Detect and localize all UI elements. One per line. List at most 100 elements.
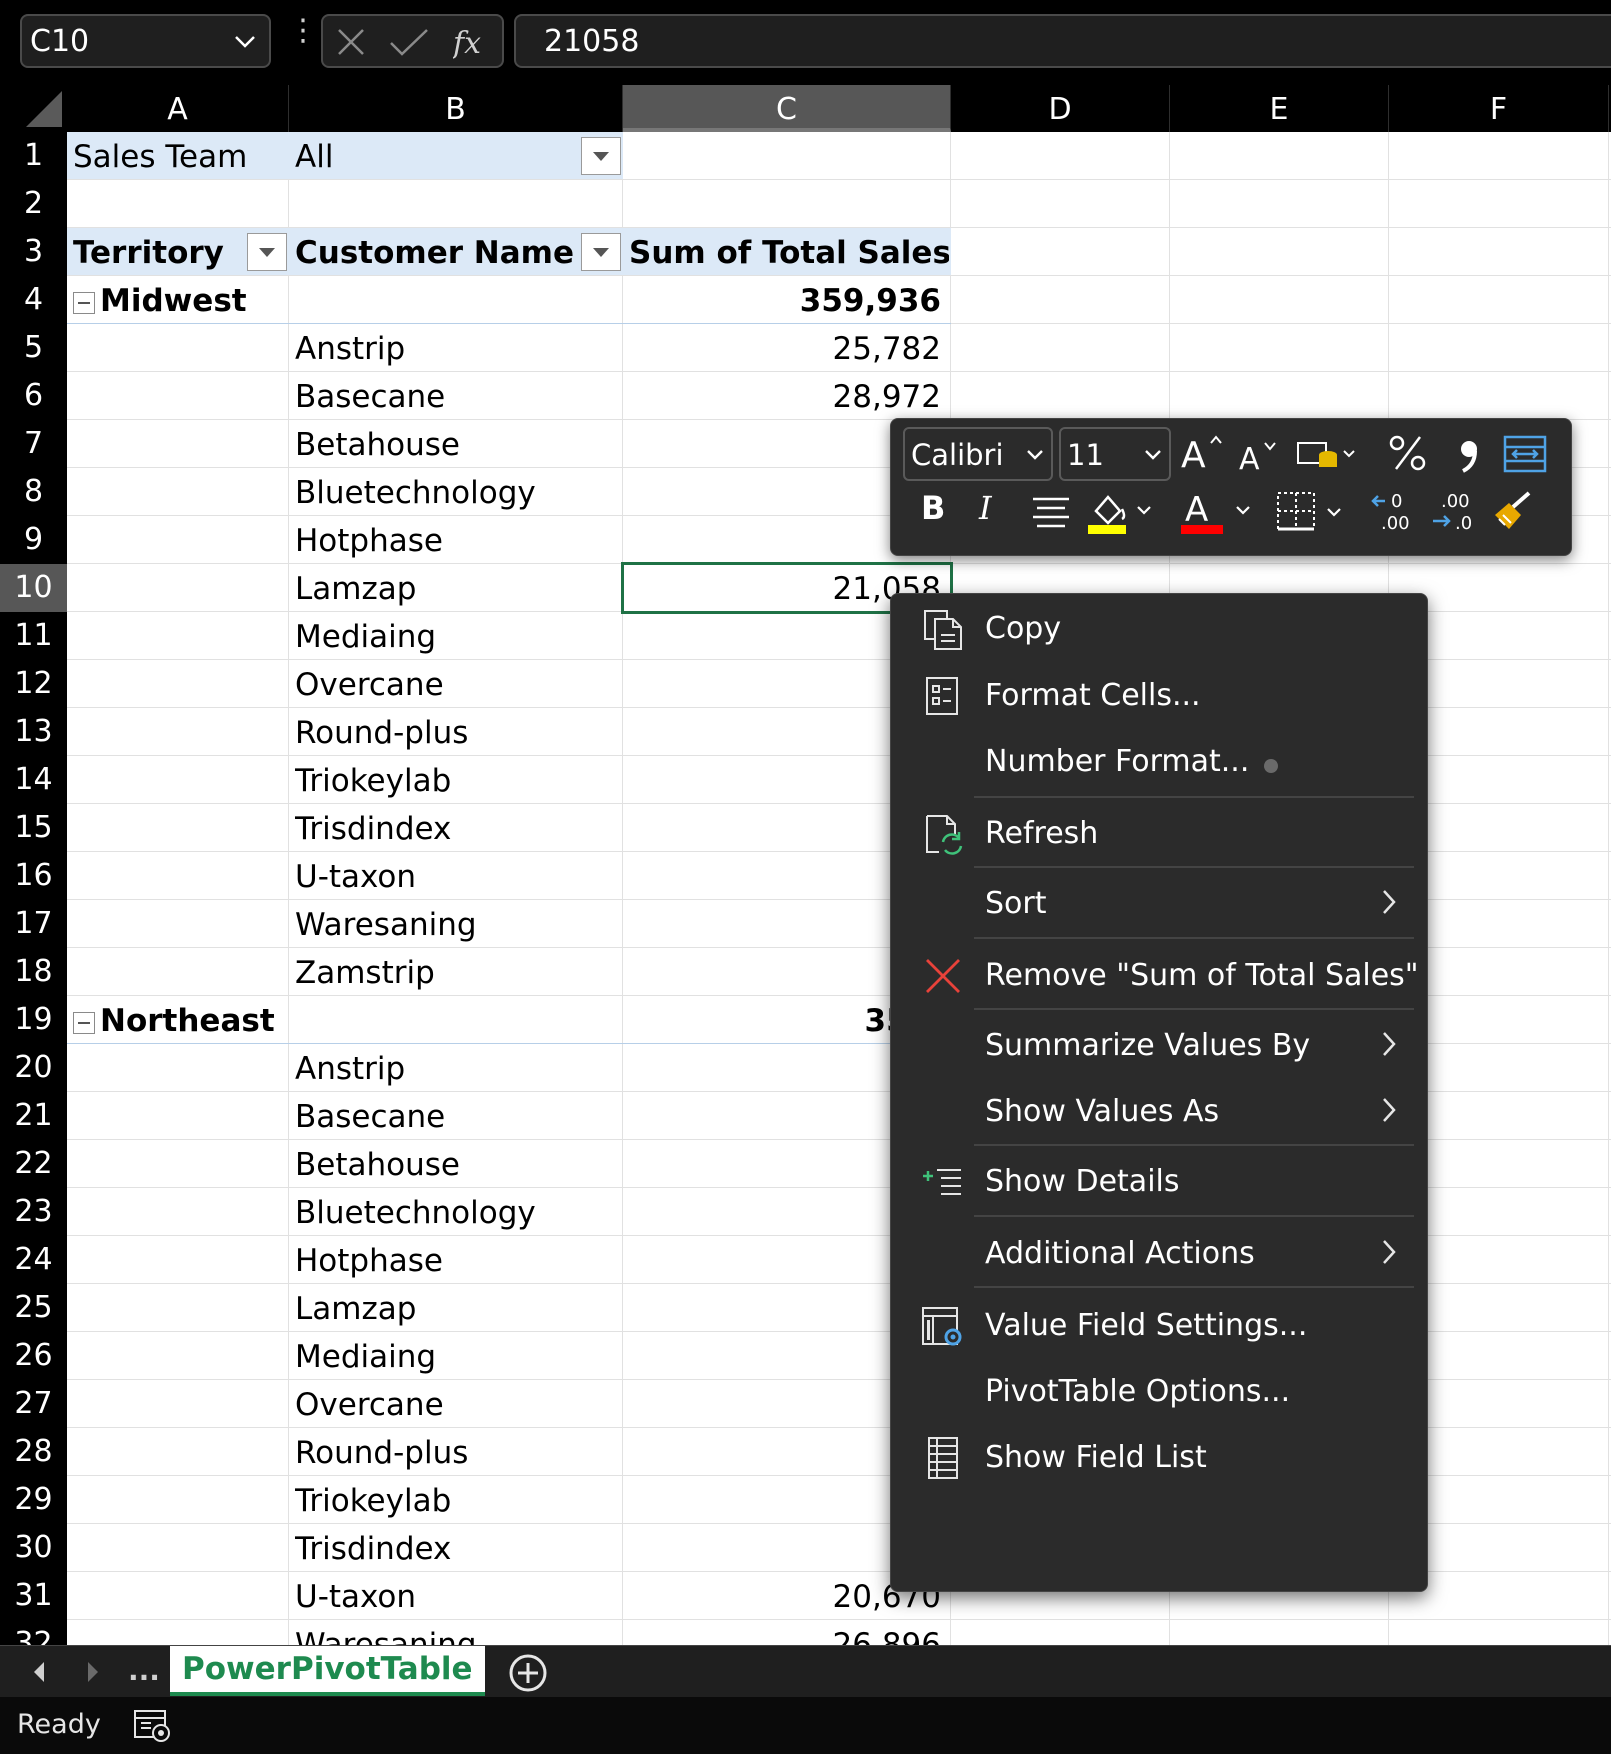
- svg-text:A: A: [1185, 490, 1208, 530]
- accounting-format-icon[interactable]: [1296, 437, 1356, 473]
- accessibility-icon[interactable]: [133, 1709, 173, 1743]
- more-sheets-button[interactable]: ...: [128, 1654, 160, 1687]
- menu-item-label: Additional Actions: [985, 1236, 1255, 1271]
- row-header-18[interactable]: 18: [0, 948, 67, 996]
- column-header-d[interactable]: D: [951, 85, 1170, 132]
- column-header-b[interactable]: B: [289, 85, 623, 132]
- column-header-e[interactable]: E: [1170, 85, 1389, 132]
- bold-button[interactable]: B: [921, 489, 945, 527]
- select-all-corner[interactable]: [0, 85, 67, 132]
- font-name-select[interactable]: Calibri: [903, 427, 1053, 481]
- territory-filter-button[interactable]: [247, 233, 287, 271]
- menu-item-sort[interactable]: Sort: [891, 872, 1427, 938]
- font-size-select[interactable]: 11: [1059, 427, 1171, 481]
- row-header-26[interactable]: 26: [0, 1332, 67, 1380]
- row-header-23[interactable]: 23: [0, 1188, 67, 1236]
- fill-color-icon[interactable]: [1086, 489, 1166, 535]
- enter-check-icon[interactable]: [389, 26, 429, 58]
- increase-font-icon[interactable]: A: [1181, 433, 1225, 473]
- filter-dropdown-button[interactable]: [581, 137, 621, 175]
- row-header-11[interactable]: 11: [0, 612, 67, 660]
- menu-item-copy[interactable]: Copy: [891, 597, 1427, 663]
- column-header-a[interactable]: A: [67, 85, 289, 132]
- menu-item-summarize-values-by[interactable]: Summarize Values By: [891, 1014, 1427, 1080]
- row-header-5[interactable]: 5: [0, 324, 67, 372]
- row-header-15[interactable]: 15: [0, 804, 67, 852]
- row-header-31[interactable]: 31: [0, 1572, 67, 1620]
- row-header-14[interactable]: 14: [0, 756, 67, 804]
- menu-item-refresh[interactable]: Refresh: [891, 802, 1427, 868]
- row-header-6[interactable]: 6: [0, 372, 67, 420]
- customer-filter-button[interactable]: [581, 233, 621, 271]
- percent-icon[interactable]: [1388, 433, 1428, 473]
- increase-decimal-icon[interactable]: 0.00: [1371, 491, 1419, 533]
- chevron-right-icon: [1379, 886, 1399, 922]
- menu-item-show-field-list[interactable]: Show Field List: [891, 1426, 1427, 1492]
- italic-button[interactable]: I: [979, 489, 992, 527]
- row-header-28[interactable]: 28: [0, 1428, 67, 1476]
- row-header-13[interactable]: 13: [0, 708, 67, 756]
- row-header-21[interactable]: 21: [0, 1092, 67, 1140]
- name-box[interactable]: C10: [20, 14, 271, 68]
- cell-text: Northeast: [100, 1003, 275, 1039]
- formula-bar-more-icon[interactable]: ⋮: [288, 16, 318, 46]
- font-color-icon[interactable]: A: [1181, 487, 1261, 535]
- customer-name-cell: U-taxon: [295, 859, 417, 895]
- chevron-down-icon[interactable]: [231, 28, 259, 56]
- menu-item-show-values-as[interactable]: Show Values As: [891, 1080, 1427, 1146]
- menu-item-pivottable-options[interactable]: PivotTable Options...: [891, 1360, 1427, 1426]
- group-divider: [67, 323, 951, 324]
- menu-item-show-details[interactable]: Show Details: [891, 1150, 1427, 1216]
- collapse-icon[interactable]: [73, 291, 95, 314]
- format-painter-icon[interactable]: [1491, 489, 1535, 533]
- row-header-9[interactable]: 9: [0, 516, 67, 564]
- row-header-29[interactable]: 29: [0, 1476, 67, 1524]
- column-header-c[interactable]: C: [623, 85, 951, 132]
- align-center-icon[interactable]: [1031, 495, 1071, 531]
- pivot-group-label[interactable]: Midwest: [73, 276, 283, 324]
- add-sheet-icon[interactable]: [508, 1653, 548, 1693]
- show-details-icon: [921, 1160, 965, 1204]
- row-header-7[interactable]: 7: [0, 420, 67, 468]
- wrap-text-icon[interactable]: [1503, 435, 1547, 473]
- value-field-settings-icon: [921, 1304, 965, 1348]
- row-header-1[interactable]: 1: [0, 132, 67, 180]
- menu-item-additional-actions[interactable]: Additional Actions: [891, 1222, 1427, 1288]
- row-header-24[interactable]: 24: [0, 1236, 67, 1284]
- borders-icon[interactable]: [1276, 491, 1356, 533]
- scroll-tabs-left-icon[interactable]: [32, 1660, 48, 1684]
- decrease-decimal-icon[interactable]: .00.0: [1431, 491, 1479, 533]
- font-color-swatch: [1181, 525, 1223, 534]
- sheet-tab-active[interactable]: PowerPivotTable: [170, 1646, 485, 1696]
- row-header-30[interactable]: 30: [0, 1524, 67, 1572]
- insert-function-icon[interactable]: fx: [453, 26, 495, 60]
- row-header-10[interactable]: 10: [0, 564, 67, 612]
- row-header-25[interactable]: 25: [0, 1284, 67, 1332]
- row-header-17[interactable]: 17: [0, 900, 67, 948]
- comma-style-icon[interactable]: [1457, 435, 1481, 475]
- menu-item-label: Show Details: [985, 1164, 1180, 1199]
- menu-item-value-field-settings[interactable]: Value Field Settings...: [891, 1294, 1427, 1360]
- menu-item-remove-sum-of-total-sales[interactable]: Remove "Sum of Total Sales": [891, 944, 1427, 1010]
- row-header-3[interactable]: 3: [0, 228, 67, 276]
- row-header-19[interactable]: 19: [0, 996, 67, 1044]
- column-header-f[interactable]: F: [1389, 85, 1609, 132]
- row-header-22[interactable]: 22: [0, 1140, 67, 1188]
- scroll-tabs-right-icon[interactable]: [84, 1660, 100, 1684]
- menu-item-number-format[interactable]: Number Format...: [891, 730, 1427, 796]
- formula-input[interactable]: 21058: [514, 14, 1611, 68]
- row-header-32[interactable]: 32: [0, 1620, 67, 1645]
- row-header-2[interactable]: 2: [0, 180, 67, 228]
- row-header-12[interactable]: 12: [0, 660, 67, 708]
- pivot-group-label[interactable]: Northeast: [73, 996, 283, 1044]
- row-header-4[interactable]: 4: [0, 276, 67, 324]
- row-header-20[interactable]: 20: [0, 1044, 67, 1092]
- customer-name-cell: Triokeylab: [295, 1483, 452, 1519]
- cancel-icon[interactable]: [335, 26, 367, 58]
- row-header-8[interactable]: 8: [0, 468, 67, 516]
- row-header-27[interactable]: 27: [0, 1380, 67, 1428]
- decrease-font-icon[interactable]: A: [1239, 437, 1279, 475]
- menu-item-format-cells[interactable]: Format Cells...: [891, 664, 1427, 730]
- row-header-16[interactable]: 16: [0, 852, 67, 900]
- collapse-icon[interactable]: [73, 1011, 95, 1034]
